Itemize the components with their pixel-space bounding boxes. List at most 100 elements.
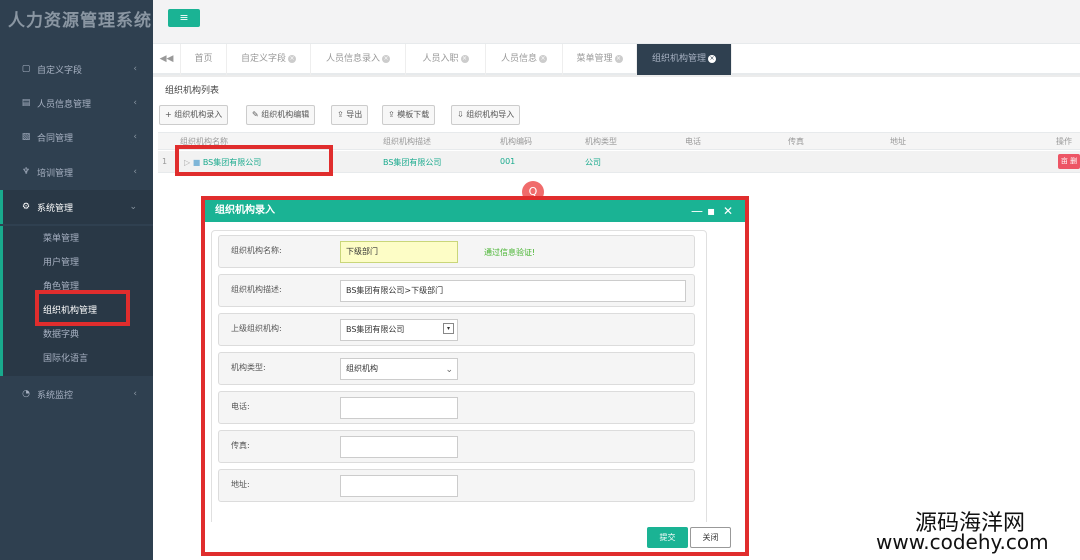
tab-onboarding[interactable]: 人员入职 ×: [406, 44, 486, 75]
import-org-button[interactable]: ⇩ 组织机构导入: [451, 105, 521, 125]
close-icon[interactable]: ×: [614, 54, 623, 63]
org-entry-modal: 组织机构录入 — ▪ ✕ 组织机构名称: 下级部门 通过信息验证! 组织机构描述…: [201, 196, 749, 556]
topbar: ≡: [153, 0, 1080, 44]
modal-footer: 提交 关闭: [205, 522, 745, 552]
highlight-box-row: [175, 145, 333, 176]
form-row-desc: 组织机构描述: BS集团有限公司>下级部门: [218, 274, 695, 307]
template-download-button[interactable]: ⇪ 模板下载: [382, 105, 436, 125]
tabs-back-button[interactable]: ◀◀: [153, 44, 181, 75]
delete-button[interactable]: 亩 删: [1058, 154, 1080, 169]
button-label: 组织机构编辑: [261, 110, 310, 119]
chevron-left-icon: ‹: [133, 167, 137, 177]
close-icon[interactable]: ×: [382, 54, 390, 63]
watermark-url: www.codehy.com: [876, 530, 1049, 554]
submenu-item-users[interactable]: 用户管理: [43, 255, 79, 268]
close-icon[interactable]: ✕: [723, 200, 733, 222]
button-label: 模板下载: [397, 110, 430, 119]
parent-org-select[interactable]: BS集团有限公司 ▾: [340, 319, 458, 341]
row-index: 1: [162, 157, 168, 166]
edit-org-button[interactable]: ✎ 组织机构编辑: [246, 105, 316, 125]
form-row-name: 组织机构名称: 下级部门 通过信息验证!: [218, 235, 695, 268]
column-header[interactable]: 机构类型: [585, 136, 617, 147]
field-label: 机构类型:: [231, 363, 266, 372]
submenu-item-menu[interactable]: 菜单管理: [43, 231, 79, 244]
minimize-icon[interactable]: —: [691, 200, 703, 222]
sidebar-item-system[interactable]: ⚙ 系统管理 ⌄: [0, 190, 153, 224]
document-icon: ▧: [21, 132, 31, 142]
field-label: 上级组织机构:: [231, 324, 282, 333]
chevron-down-icon: ⌄: [445, 365, 453, 375]
form-row-address: 地址:: [218, 469, 695, 502]
selected-value: BS集团有限公司: [346, 325, 405, 334]
field-label: 传真:: [231, 441, 250, 450]
maximize-icon[interactable]: ▪: [707, 200, 715, 222]
tab-label: 组织机构管理: [651, 54, 706, 64]
column-header[interactable]: 地址: [890, 136, 906, 147]
dropdown-arrow-icon[interactable]: ▾: [443, 323, 454, 334]
form-row-parent: 上级组织机构: BS集团有限公司 ▾: [218, 313, 695, 346]
sidebar-item-custom-fields[interactable]: ▢ 自定义字段 ‹: [0, 52, 153, 86]
sidebar-item-label: 合同管理: [37, 133, 74, 144]
tab-menu-management[interactable]: 菜单管理 ×: [563, 44, 637, 75]
tab-label: 人员信息: [500, 54, 537, 64]
chevron-left-icon: ‹: [133, 389, 137, 399]
export-button[interactable]: ⇪ 导出: [331, 105, 369, 125]
column-header[interactable]: 组织机构描述: [383, 136, 431, 147]
submit-button[interactable]: 提交: [647, 527, 688, 548]
field-label: 组织机构描述:: [231, 285, 282, 294]
sidebar-item-label: 系统管理: [37, 203, 74, 214]
tab-label: 自定义字段: [240, 54, 286, 64]
close-icon[interactable]: ×: [708, 54, 716, 63]
submenu-item-dictionary[interactable]: 数据字典: [43, 327, 79, 340]
sidebar-item-training[interactable]: ♆ 培训管理 ‹: [0, 155, 153, 189]
phone-input[interactable]: [340, 397, 458, 419]
sidebar-item-label: 系统监控: [37, 390, 74, 401]
cell-code: 001: [500, 157, 516, 166]
form-row-fax: 传真:: [218, 430, 695, 463]
column-header[interactable]: 机构编码: [500, 136, 532, 147]
add-org-button[interactable]: + 组织机构录入: [159, 105, 229, 125]
column-header[interactable]: 电话: [685, 136, 701, 147]
sidebar-item-monitor[interactable]: ◔ 系统监控 ‹: [0, 377, 153, 411]
app-title: 人力资源管理系统: [8, 11, 152, 31]
sidebar-item-label: 自定义字段: [37, 65, 83, 76]
address-input[interactable]: [340, 475, 458, 497]
tab-home[interactable]: 首页: [181, 44, 227, 75]
tab-label: 人员信息录入: [325, 54, 380, 64]
tab-personnel-entry[interactable]: 人员信息录入 ×: [311, 44, 406, 75]
tab-label: 人员入职: [422, 54, 459, 64]
org-name-input[interactable]: 下级部门: [340, 241, 458, 263]
close-icon[interactable]: ×: [539, 54, 547, 63]
list-title: 组织机构列表: [165, 86, 220, 96]
gear-icon: ⚙: [21, 202, 31, 212]
sidebar-item-label: 培训管理: [37, 168, 74, 179]
sidebar-item-personnel[interactable]: ▤ 人员信息管理 ‹: [0, 86, 153, 120]
menu-toggle-button[interactable]: ≡: [168, 9, 200, 27]
upload-icon: ⇪: [388, 110, 395, 119]
close-button[interactable]: 关闭: [690, 527, 731, 548]
button-label: 导出: [346, 110, 363, 119]
tab-custom-fields[interactable]: 自定义字段 ×: [227, 44, 311, 75]
validation-message: 通过信息验证!: [484, 248, 536, 257]
button-label: 组织机构导入: [466, 110, 515, 119]
trophy-icon: ♆: [21, 167, 31, 177]
monitor-icon: ◔: [22, 389, 30, 399]
chevron-left-icon: ‹: [133, 98, 137, 108]
org-type-select[interactable]: 组织机构 ⌄: [340, 358, 458, 380]
modal-title: 组织机构录入: [205, 200, 745, 222]
sidebar: 人力资源管理系统 ▢ 自定义字段 ‹ ▤ 人员信息管理 ‹ ▧ 合同管理 ‹ ♆…: [0, 0, 153, 560]
sidebar-item-contracts[interactable]: ▧ 合同管理 ‹: [0, 120, 153, 154]
tab-personnel-info[interactable]: 人员信息 ×: [486, 44, 563, 75]
org-desc-input[interactable]: BS集团有限公司>下级部门: [340, 280, 686, 302]
close-icon[interactable]: ×: [288, 54, 296, 63]
upload-icon: ⇪: [337, 110, 344, 119]
column-header[interactable]: 传真: [788, 136, 804, 147]
fax-input[interactable]: [340, 436, 458, 458]
tab-org-management[interactable]: 组织机构管理 ×: [637, 44, 732, 75]
chevron-left-icon: ‹: [133, 64, 137, 74]
tab-bar: ◀◀ 首页 自定义字段 × 人员信息录入 × 人员入职 × 人员信息 × 菜单管理 × 组…: [153, 44, 1080, 75]
chevron-left-icon: ‹: [133, 132, 137, 142]
close-icon[interactable]: ×: [460, 54, 469, 63]
column-header[interactable]: 操作: [1056, 136, 1072, 147]
submenu-item-i18n[interactable]: 国际化语言: [43, 351, 88, 364]
